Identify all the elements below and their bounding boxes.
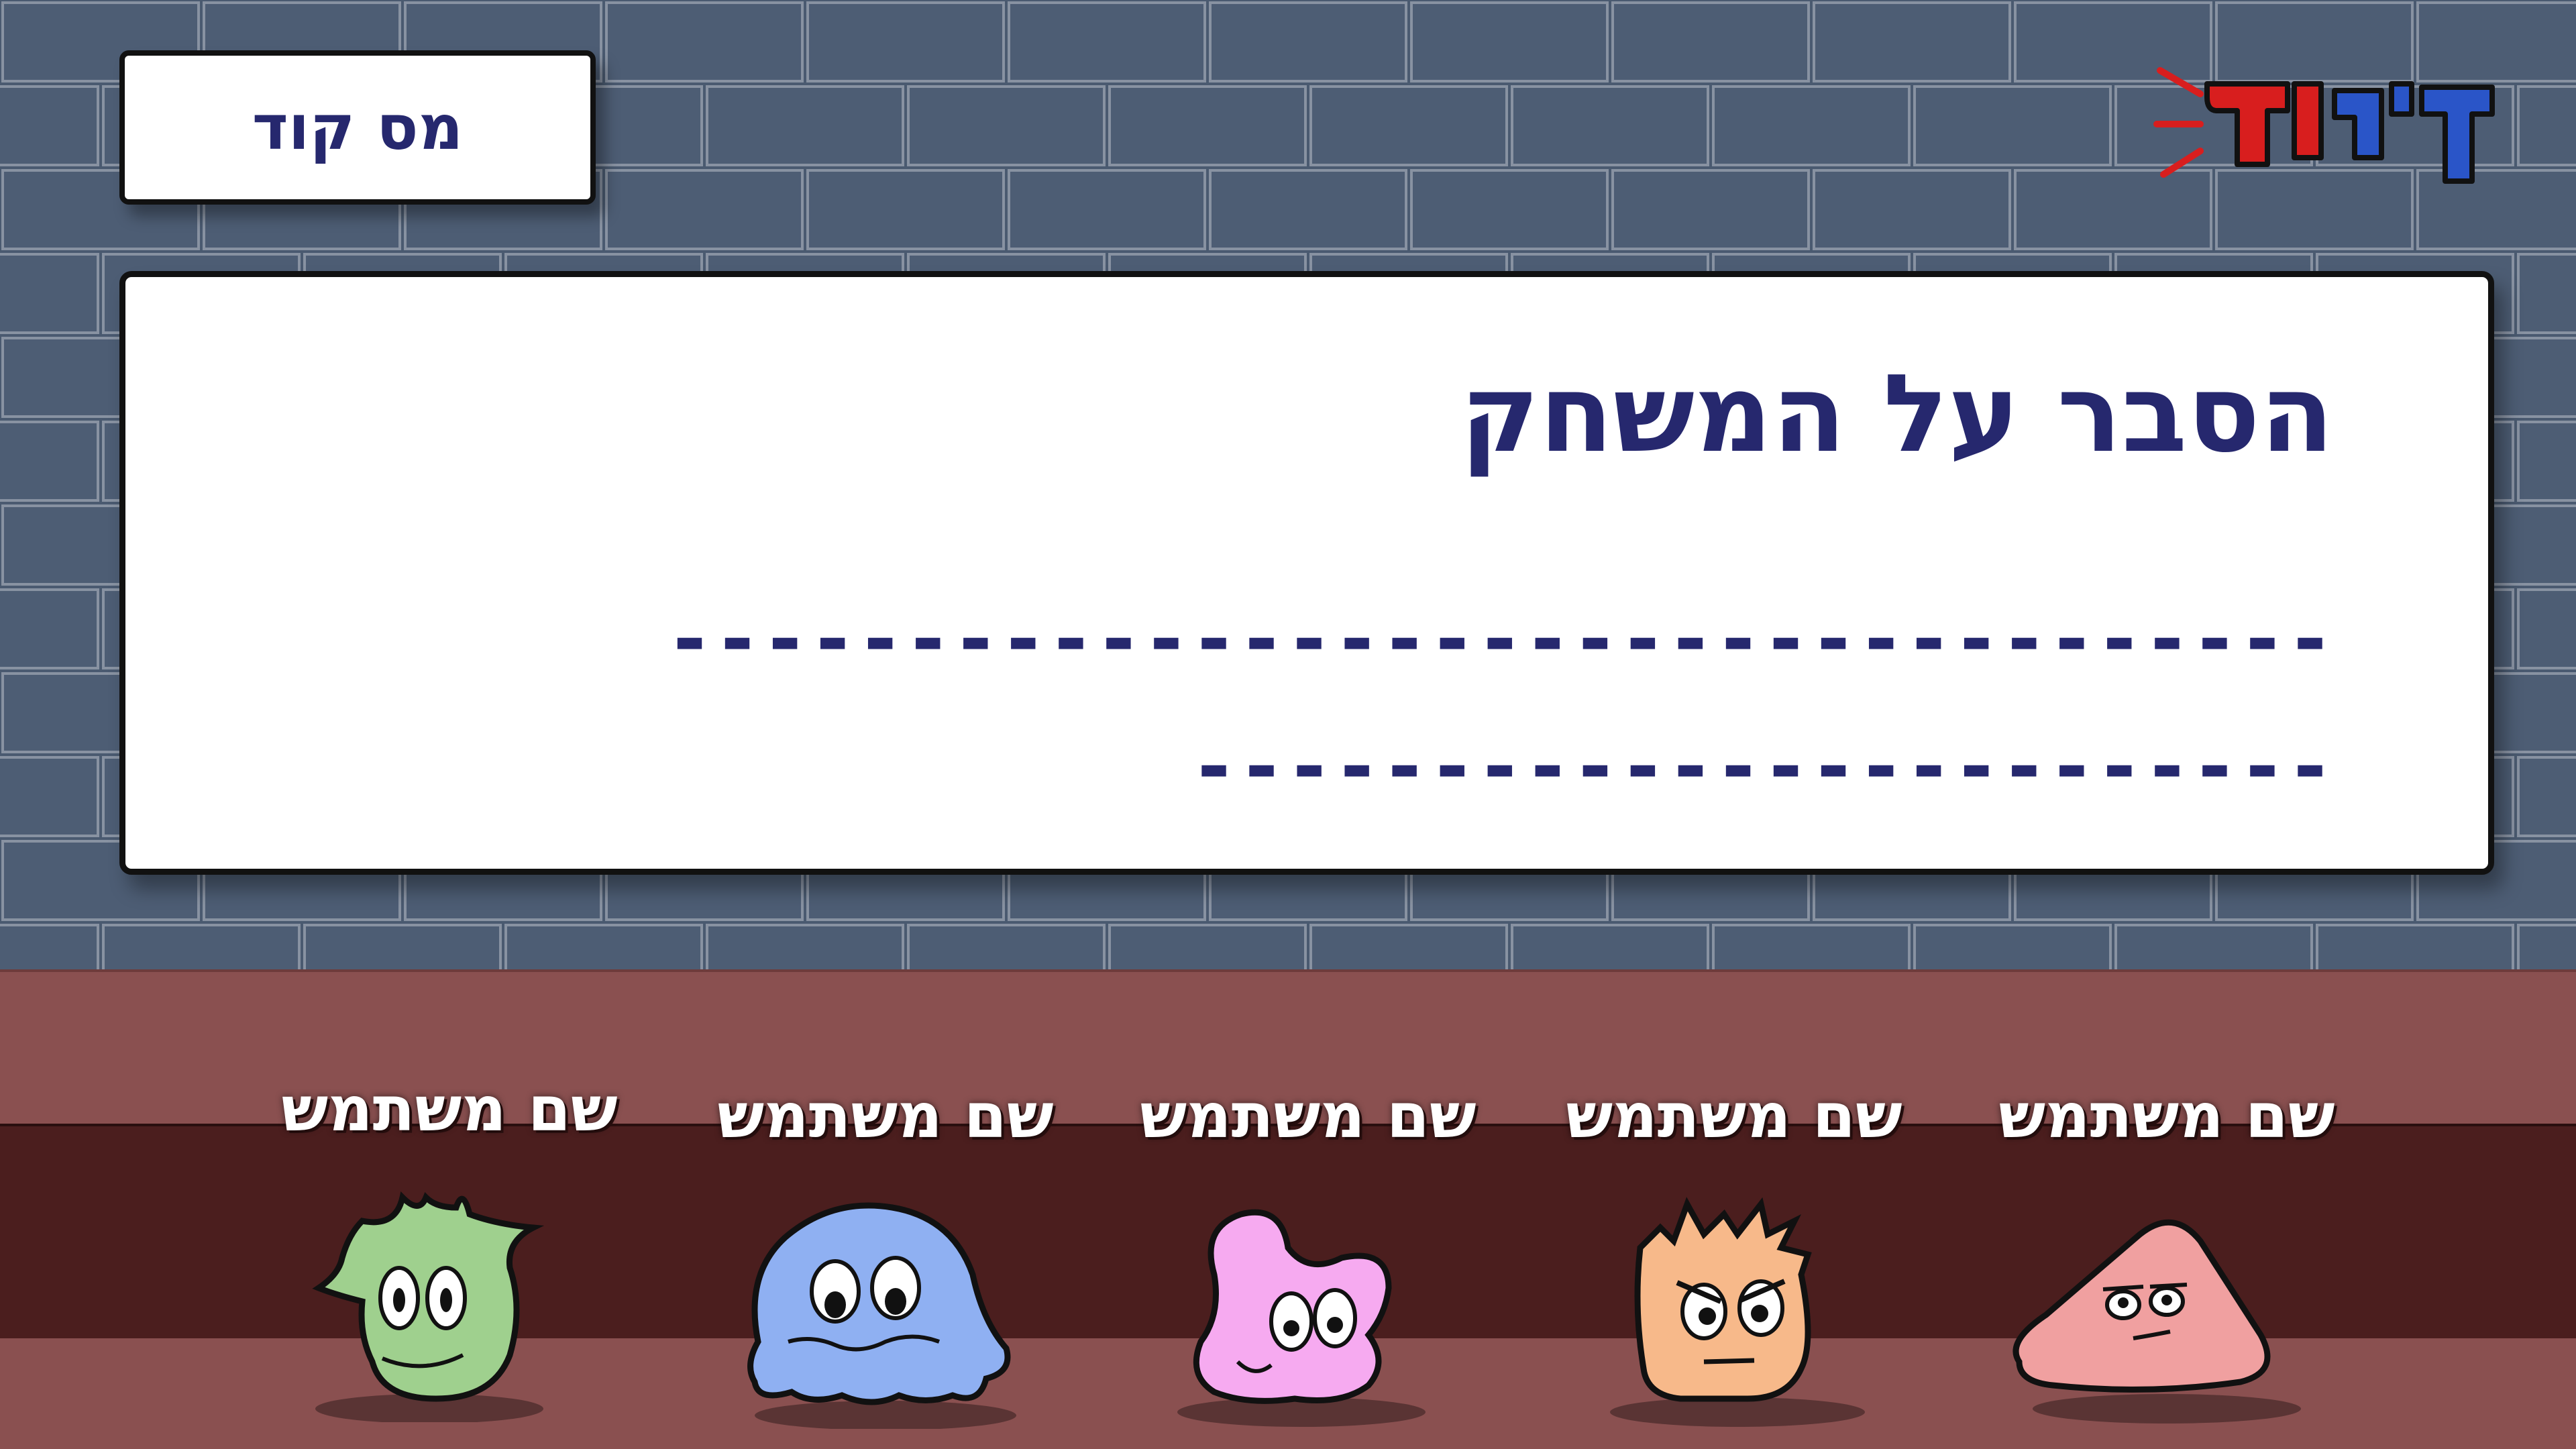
game-lobby-screen: מס קוד הסבר על המשחק -------------------… [0, 0, 2576, 1449]
spiky-square-avatar [1610, 1197, 1865, 1427]
triangle-blob-avatar [2012, 1219, 2301, 1424]
player-slot-1: שם משתמש [1979, 1080, 2355, 1429]
drip-blob-avatar [747, 1202, 1016, 1429]
instructions-title: הסבר על המשחק [1460, 351, 2334, 476]
game-instructions-panel: הסבר על המשחק --------------------------… [119, 271, 2494, 875]
game-logo [2153, 57, 2502, 198]
player-slot-5: שם משתמש [262, 1073, 637, 1422]
game-code-label: מס קוד [252, 91, 464, 164]
player-slot-4: שם משתמש [698, 1080, 1073, 1429]
wobbly-blob-avatar [1177, 1209, 1426, 1427]
player-slot-3: שם משתמש [1120, 1080, 1496, 1429]
instructions-placeholder-line-2: ------------------------ [1189, 720, 2334, 812]
game-code-box[interactable]: מס קוד [119, 50, 596, 205]
instructions-placeholder-line-1: ----------------------------------- [665, 592, 2334, 685]
player-slot-2: שם משתמש [1546, 1080, 1922, 1429]
spiky-blob-avatar [312, 1191, 545, 1422]
